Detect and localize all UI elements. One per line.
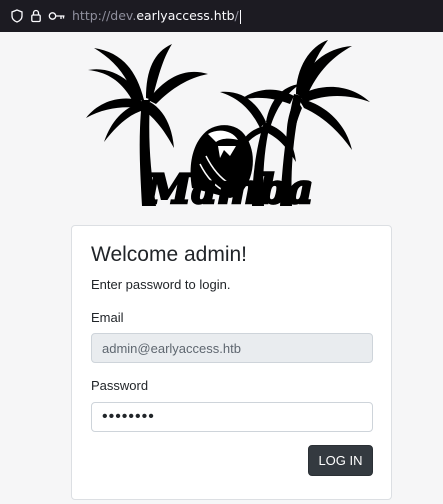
- url-host: earlyaccess.htb: [136, 8, 235, 24]
- text-cursor: [239, 9, 241, 24]
- email-field[interactable]: [91, 333, 373, 363]
- page-subtitle: Enter password to login.: [91, 277, 231, 292]
- login-card: Welcome admin! Enter password to login. …: [71, 225, 392, 500]
- email-label: Email: [91, 310, 124, 325]
- login-button[interactable]: LOG IN: [308, 445, 373, 476]
- page-title: Welcome admin!: [91, 243, 248, 266]
- logo-text: Mamba: [145, 166, 313, 213]
- browser-url-bar[interactable]: http://dev.earlyaccess.htb/: [0, 0, 443, 32]
- password-field[interactable]: [91, 402, 373, 432]
- url-prefix: http://dev.: [72, 8, 137, 24]
- key-icon[interactable]: [46, 0, 68, 32]
- lock-icon[interactable]: [26, 0, 46, 32]
- url-suffix: /: [234, 8, 239, 24]
- url-text[interactable]: http://dev.earlyaccess.htb/: [72, 8, 241, 24]
- password-label: Password: [91, 378, 149, 393]
- shield-icon[interactable]: [8, 0, 26, 32]
- mamba-logo: Mamba: [86, 40, 370, 214]
